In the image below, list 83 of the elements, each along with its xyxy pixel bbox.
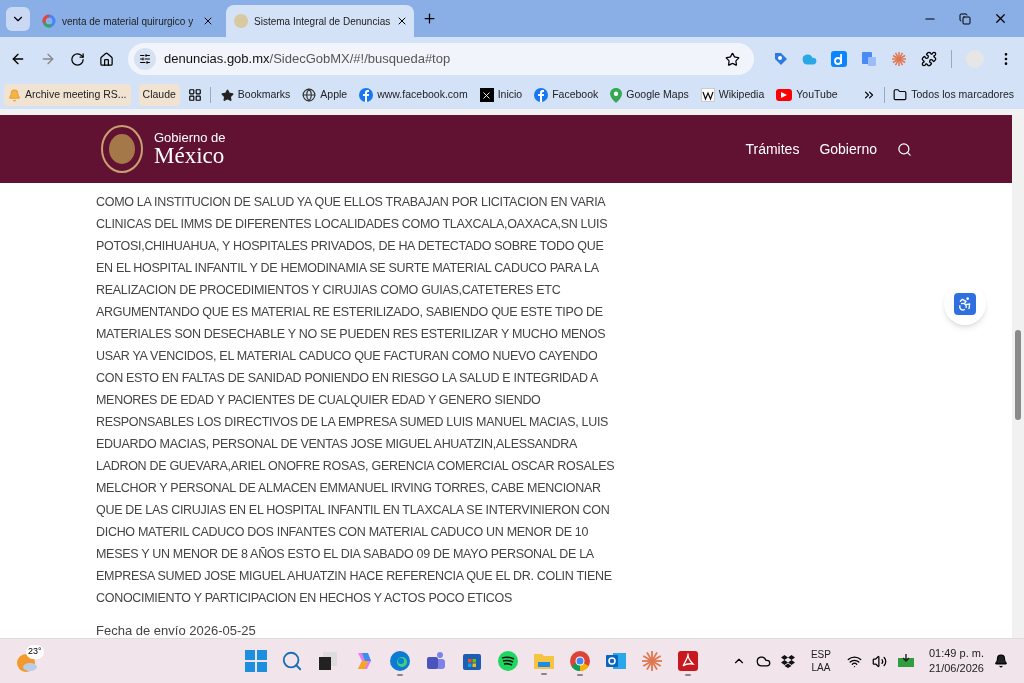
browser-tab[interactable]: Sistema Integral de Denuncias: [226, 5, 414, 37]
bookmark-item[interactable]: Inicio: [477, 84, 525, 106]
close-icon[interactable]: [993, 11, 1008, 26]
dropbox-icon[interactable]: [780, 654, 795, 668]
battery-charging-icon[interactable]: [896, 654, 915, 668]
bookmark-item[interactable]: Wikipedia: [698, 84, 767, 106]
brand-subtitle: Gobierno de: [154, 131, 226, 144]
bookmark-item[interactable]: Google Maps: [608, 84, 691, 106]
complaint-text-line: COMO LA INSTITUCION DE SALUD YA QUE ELLOS TRABAJAN POR LICITACION EN VARIA: [96, 194, 607, 211]
scrollbar[interactable]: [1012, 115, 1024, 638]
notification-bell-icon[interactable]: [994, 654, 1008, 668]
complaint-text-line: QUE DE LAS CIRUJIAS EN EL HOSPITAL INFANTIL EN TLAXCALA SE INTERVINIERON CON: [96, 502, 611, 519]
nav-link[interactable]: Gobierno: [819, 138, 877, 160]
accessibility-icon: [954, 293, 976, 315]
restore-icon[interactable]: [959, 11, 971, 26]
tab-title: Sistema Integral de Denuncias: [254, 14, 391, 29]
complaint-text-line: ARGUMENTANDO QUE ES MATERIAL RE ESTERILIZADO, SABIENDO QUE ESTE TIPO DE: [96, 304, 604, 321]
complaint-text-line: MATERIALES SON DESECHABLE Y NO SE PUEDEN RES ESTERILIZAR Y MUCHO MENOS: [96, 326, 607, 343]
weather-widget[interactable]: 23°: [16, 648, 42, 674]
complaint-text-line: CLINICAS DEL IMMS DE DIFERENTES LOCALIDADES COMO TLAXCALA,OAXACA,SN LUIS: [96, 216, 609, 233]
globe-icon: [302, 88, 317, 102]
complaint-text-line: POTOSI,CHIHUAHUA, Y HOSPITALES PRIVADOS, DE HA DETECTADO SOBRE TODO QUE: [96, 238, 605, 255]
browser-tab[interactable]: venta de material quirurgico y: [34, 5, 222, 37]
volume-icon[interactable]: [871, 653, 887, 669]
close-icon[interactable]: [202, 15, 214, 27]
complaint-text-line: MENORES DE EDAD Y PACIENTES DE CUALQUIER EDAD Y GENERO SIENDO: [96, 392, 542, 409]
folder-icon: [893, 88, 908, 102]
facebook-icon: [359, 88, 374, 102]
bell-icon: [8, 88, 21, 102]
seal-icon: [234, 14, 248, 28]
complaint-text-line: CONOCIMIENTO Y PARTICIPACION EN HECHOS Y ACTOS POCO ETICOS: [96, 590, 514, 607]
x-logo-icon: [479, 88, 494, 102]
extension-icon[interactable]: [831, 51, 847, 67]
complaint-text-line: EDUARDO MACIAS, PERSONAL DE VENTAS JOSE MIGUEL AHUATZIN,ALESSANDRA: [96, 436, 578, 453]
wikipedia-icon: [700, 88, 715, 102]
complaint-text-line: MESES Y UN MENOR DE 8 AÑOS ESTO EL DIA SABADO 09 DE MAYO PERSONAL DE LA: [96, 546, 595, 563]
complaint-text-line: EN EL HOSPITAL INFANTIL Y DE HEMODINAMIA SE SURTE MATERIAL CADUCO PARA LA: [96, 260, 600, 277]
bookmark-item[interactable]: Bookmarks: [218, 84, 293, 106]
star-icon: [220, 88, 234, 102]
bookmark-item[interactable]: Facebook: [532, 84, 601, 106]
star-icon[interactable]: [725, 51, 740, 67]
clock[interactable]: 01:49 p. m. 21/06/2026: [928, 646, 984, 676]
cloud-icon[interactable]: [755, 653, 771, 669]
home-icon[interactable]: [99, 51, 114, 67]
youtube-icon: [776, 89, 793, 101]
complaint-text-line: CON ESTO EN FALTAS DE SANIDAD PONIENDO EN RIESGO LA SALUD E INTEGRIDAD A: [96, 370, 600, 387]
bookmark-item[interactable]: YouTube: [774, 84, 840, 106]
all-bookmarks-item[interactable]: Todos los marcadores: [893, 87, 1020, 103]
extensions-icon[interactable]: [921, 51, 937, 67]
search-icon[interactable]: [897, 141, 912, 157]
complaint-text-line: RESPONSABLES LOS DIRECTIVOS DE LA EMPRESA SUMED LUIS MANUEL MACIAS, LUIS: [96, 414, 610, 431]
complaint-text-line: EMPRESA SUMED JOSE MIGUEL AHUATZIN HACE REFERENCIA QUE EL DR. COLIN TIENE: [96, 568, 613, 585]
wifi-icon[interactable]: [846, 653, 862, 669]
google-icon: [42, 14, 56, 28]
input-language[interactable]: ESP LAA: [810, 648, 831, 674]
tab-list-button[interactable]: [6, 6, 30, 31]
tab-title: venta de material quirurgico y: [62, 14, 195, 29]
address-bar[interactable]: denuncias.gob.mx/SidecGobMX/#!/busqueda#top: [128, 43, 754, 75]
bookmark-item[interactable]: Apple: [300, 84, 350, 106]
complaint-text-line: LADRON DE GUEVARA,ARIEL ONOFRE ROSAS, GERENCIA COMERCIAL OSCAR ROSALES: [96, 458, 616, 475]
accessibility-button[interactable]: [944, 283, 986, 325]
complaint-text-line: REALIZACION DE PROCEDIMIENTOS Y CIRUJIAS COMO GUIAS,CATETERES ETC: [96, 282, 562, 299]
url-text: denuncias.gob.mx/SidecGobMX/#!/busqueda#top: [164, 50, 452, 69]
bookmark-item[interactable]: www.facebook.com: [357, 84, 470, 106]
complaint-text-line: USAR YA VENCIDOS, EL MATERIAL CADUCO QUE FACTURAN COMO NUEVO CAYENDO: [96, 348, 599, 365]
complaint-text-line: MELCHOR Y PERSONAL DE ALMACEN EMMANUEL IRVING TORRES, CABE MENCIONAR: [96, 480, 602, 497]
reload-icon[interactable]: [70, 51, 85, 67]
emblem-icon: [100, 125, 144, 173]
back-icon[interactable]: [10, 51, 26, 67]
apps-grid-icon[interactable]: [187, 88, 202, 102]
forward-icon[interactable]: [40, 51, 56, 67]
new-tab-icon[interactable]: [422, 11, 437, 26]
map-pin-icon: [610, 87, 623, 103]
brand-title: México: [154, 144, 226, 167]
facebook-icon: [534, 88, 549, 102]
bookmark-item[interactable]: Claude: [138, 84, 180, 106]
sent-date: Fecha de envío 2026-05-25: [96, 622, 257, 640]
nav-link[interactable]: Trámites: [745, 138, 800, 160]
bookmark-item[interactable]: Archive meeting RS...: [4, 84, 131, 106]
site-settings-icon: [134, 48, 156, 70]
translate-icon[interactable]: [861, 51, 877, 67]
complaint-text-line: DICHO MATERIL CADUCO DOS INFANTES CON MATERIAL CADUCO UN MENOR DE 10: [96, 524, 590, 541]
tag-icon[interactable]: [774, 52, 788, 66]
